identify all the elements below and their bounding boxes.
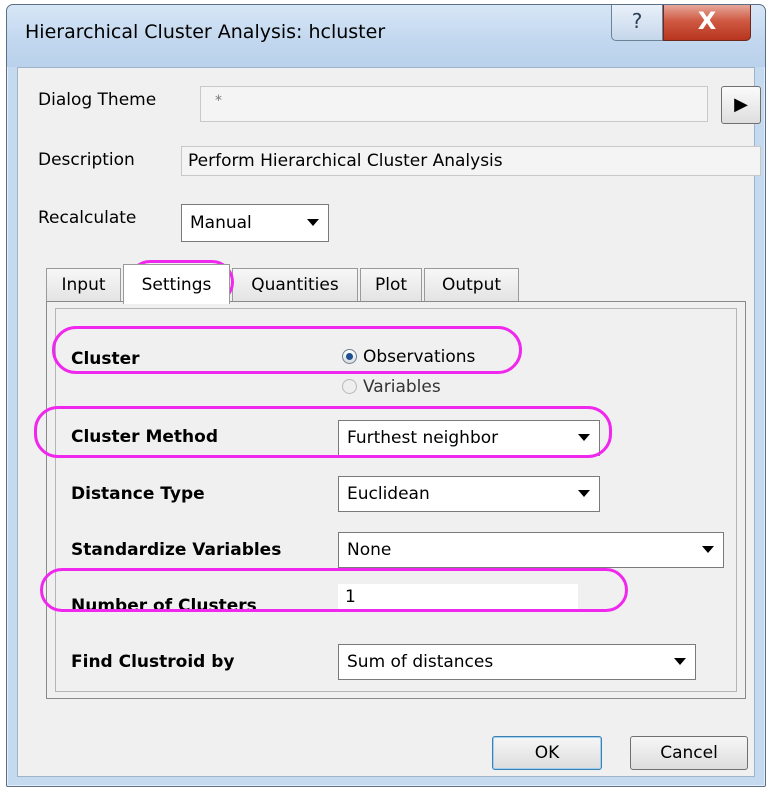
settings-group: Cluster Observations Variables Cluster M… [55, 308, 737, 692]
close-button[interactable]: X [663, 5, 751, 41]
chevron-down-icon [578, 434, 590, 441]
recalculate-dropdown[interactable]: Manual [181, 204, 329, 242]
theme-menu-button[interactable]: ▶ [721, 86, 761, 124]
tab-quantities[interactable]: Quantities [232, 268, 358, 302]
tab-label: Plot [374, 275, 408, 295]
dialog-theme-field[interactable]: * [200, 86, 708, 122]
recalculate-label: Recalculate [38, 208, 137, 228]
distance-type-value: Euclidean [347, 484, 430, 504]
chevron-down-icon [578, 490, 590, 497]
radio-variables[interactable]: Variables [342, 377, 441, 397]
cancel-label: Cancel [660, 743, 718, 763]
tab-settings[interactable]: Settings [123, 264, 230, 304]
chevron-down-icon [307, 219, 319, 226]
title-bar[interactable]: Hierarchical Cluster Analysis: hcluster … [7, 5, 765, 67]
distance-type-dropdown[interactable]: Euclidean [338, 476, 600, 512]
dialog-body: Dialog Theme * ▶ Description Perform Hie… [17, 67, 761, 777]
description-value: Perform Hierarchical Cluster Analysis [188, 151, 503, 171]
chevron-down-icon [702, 546, 714, 553]
settings-panel: Cluster Observations Variables Cluster M… [46, 301, 746, 699]
num-clusters-label: Number of Clusters [71, 596, 257, 616]
dialog-theme-label: Dialog Theme [38, 90, 157, 110]
clustroid-label: Find Clustroid by [71, 652, 235, 672]
close-icon: X [697, 7, 717, 35]
ok-label: OK [534, 743, 560, 763]
tab-label: Settings [141, 275, 212, 295]
tab-label: Input [61, 275, 106, 295]
distance-type-label: Distance Type [71, 484, 205, 504]
tab-output[interactable]: Output [424, 268, 519, 302]
standardize-label: Standardize Variables [71, 540, 282, 560]
cluster-label: Cluster [71, 349, 140, 369]
tab-label: Output [441, 275, 502, 295]
tab-label: Quantities [251, 275, 339, 295]
dialog-window: Hierarchical Cluster Analysis: hcluster … [6, 4, 766, 787]
cancel-button[interactable]: Cancel [630, 736, 748, 770]
help-button[interactable]: ? [611, 5, 663, 41]
standardize-dropdown[interactable]: None [338, 532, 724, 568]
radio-label: Variables [363, 377, 441, 397]
cluster-method-dropdown[interactable]: Furthest neighbor [338, 420, 600, 456]
ok-button[interactable]: OK [492, 736, 602, 770]
dialog-theme-value: * [215, 93, 222, 109]
play-arrow-icon: ▶ [734, 94, 748, 115]
tab-input[interactable]: Input [46, 268, 121, 302]
radio-checked-icon [342, 349, 357, 364]
radio-observations[interactable]: Observations [342, 347, 475, 367]
num-clusters-input[interactable]: 1 [338, 584, 578, 612]
radio-unchecked-icon [342, 379, 357, 394]
recalculate-value: Manual [190, 213, 252, 233]
tab-plot[interactable]: Plot [360, 268, 422, 302]
clustroid-value: Sum of distances [347, 652, 494, 672]
description-label: Description [38, 150, 135, 170]
chevron-down-icon [674, 658, 686, 665]
radio-label: Observations [363, 347, 476, 367]
num-clusters-value: 1 [345, 587, 356, 607]
description-field: Perform Hierarchical Cluster Analysis [181, 146, 761, 176]
window-title: Hierarchical Cluster Analysis: hcluster [25, 21, 386, 43]
help-icon: ? [631, 9, 643, 33]
clustroid-dropdown[interactable]: Sum of distances [338, 644, 696, 680]
cluster-method-value: Furthest neighbor [347, 428, 499, 448]
cluster-method-label: Cluster Method [71, 427, 219, 447]
standardize-value: None [347, 540, 392, 560]
